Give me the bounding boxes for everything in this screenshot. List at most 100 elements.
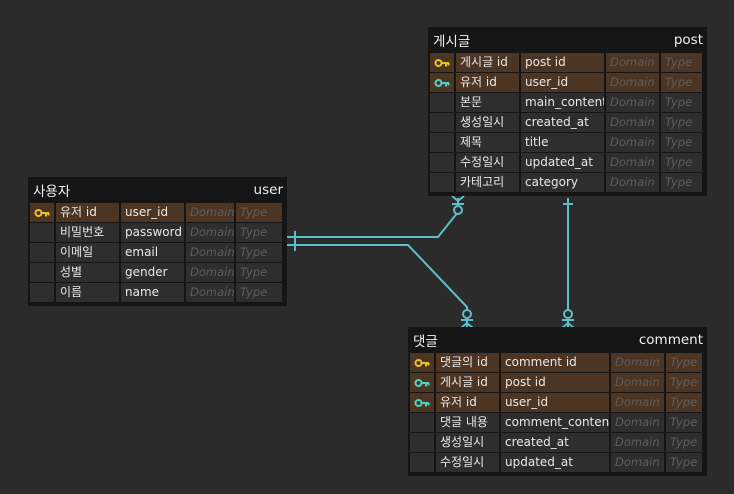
- column-domain[interactable]: Domain: [606, 153, 659, 172]
- column-row[interactable]: 제목 title Domain Type: [430, 133, 705, 153]
- column-physical-name[interactable]: main_content: [521, 93, 604, 112]
- column-domain[interactable]: Domain: [606, 113, 659, 132]
- column-logical-name[interactable]: 본문: [456, 93, 519, 112]
- entity-header[interactable]: 게시글 post: [430, 27, 705, 53]
- column-logical-name[interactable]: 댓글의 id: [436, 353, 499, 372]
- column-domain[interactable]: Domain: [186, 283, 234, 302]
- column-domain[interactable]: Domain: [186, 263, 234, 282]
- column-type[interactable]: Type: [666, 353, 702, 372]
- column-row[interactable]: 댓글 내용 comment_content Domain Type: [410, 413, 705, 433]
- entity-user[interactable]: 사용자 user 유저 id user_id Domain Type 비밀번호 passw…: [28, 177, 287, 306]
- column-row[interactable]: 유저 id user_id Domain Type: [410, 393, 705, 413]
- column-domain[interactable]: Domain: [606, 53, 659, 72]
- column-type[interactable]: Type: [236, 223, 282, 242]
- column-domain[interactable]: Domain: [611, 433, 664, 452]
- column-row[interactable]: 생성일시 created_at Domain Type: [410, 433, 705, 453]
- column-logical-name[interactable]: 게시글 id: [456, 53, 519, 72]
- column-physical-name[interactable]: post id: [501, 373, 609, 392]
- column-physical-name[interactable]: name: [121, 283, 184, 302]
- column-logical-name[interactable]: 수정일시: [436, 453, 499, 472]
- column-type[interactable]: Type: [661, 93, 702, 112]
- column-domain[interactable]: Domain: [606, 93, 659, 112]
- column-physical-name[interactable]: post id: [521, 53, 604, 72]
- column-physical-name[interactable]: comment id: [501, 353, 609, 372]
- column-row[interactable]: 본문 main_content Domain Type: [430, 93, 705, 113]
- column-domain[interactable]: Domain: [186, 203, 234, 222]
- column-type[interactable]: Type: [666, 453, 702, 472]
- column-type[interactable]: Type: [661, 153, 702, 172]
- column-domain[interactable]: Domain: [606, 133, 659, 152]
- column-domain[interactable]: Domain: [611, 393, 664, 412]
- column-row[interactable]: 게시글 id post id Domain Type: [410, 373, 705, 393]
- column-type[interactable]: Type: [661, 113, 702, 132]
- column-logical-name[interactable]: 유저 id: [456, 73, 519, 92]
- column-domain[interactable]: Domain: [606, 173, 659, 192]
- column-type[interactable]: Type: [661, 173, 702, 192]
- column-type[interactable]: Type: [661, 133, 702, 152]
- column-type[interactable]: Type: [236, 243, 282, 262]
- column-physical-name[interactable]: title: [521, 133, 604, 152]
- entity-post[interactable]: 게시글 post 게시글 id post id Domain Type 유저 id use…: [428, 27, 707, 196]
- column-physical-name[interactable]: created_at: [501, 433, 609, 452]
- column-physical-name[interactable]: password: [121, 223, 184, 242]
- column-logical-name[interactable]: 유저 id: [436, 393, 499, 412]
- relationship-post-comment[interactable]: [561, 198, 575, 329]
- column-row[interactable]: 유저 id user_id Domain Type: [30, 203, 285, 223]
- column-logical-name[interactable]: 생성일시: [456, 113, 519, 132]
- column-type[interactable]: Type: [236, 283, 282, 302]
- column-physical-name[interactable]: user_id: [121, 203, 184, 222]
- column-physical-name[interactable]: category: [521, 173, 604, 192]
- column-logical-name[interactable]: 이메일: [56, 243, 119, 262]
- column-domain[interactable]: Domain: [186, 243, 234, 262]
- column-type[interactable]: Type: [661, 53, 702, 72]
- column-row[interactable]: 게시글 id post id Domain Type: [430, 53, 705, 73]
- column-physical-name[interactable]: updated_at: [501, 453, 609, 472]
- column-row[interactable]: 이름 name Domain Type: [30, 283, 285, 303]
- entity-header[interactable]: 댓글 comment: [410, 327, 705, 353]
- entity-header[interactable]: 사용자 user: [30, 177, 285, 203]
- column-type[interactable]: Type: [666, 393, 702, 412]
- column-logical-name[interactable]: 댓글 내용: [436, 413, 499, 432]
- column-logical-name[interactable]: 생성일시: [436, 433, 499, 452]
- column-logical-name[interactable]: 유저 id: [56, 203, 119, 222]
- column-domain[interactable]: Domain: [611, 413, 664, 432]
- column-logical-name[interactable]: 비밀번호: [56, 223, 119, 242]
- column-row[interactable]: 성별 gender Domain Type: [30, 263, 285, 283]
- relationship-user-comment[interactable]: [287, 239, 474, 329]
- column-row[interactable]: 카테고리 category Domain Type: [430, 173, 705, 193]
- column-row[interactable]: 댓글의 id comment id Domain Type: [410, 353, 705, 373]
- column-domain[interactable]: Domain: [611, 453, 664, 472]
- column-physical-name[interactable]: comment_content: [501, 413, 609, 432]
- column-domain[interactable]: Domain: [611, 353, 664, 372]
- column-physical-name[interactable]: gender: [121, 263, 184, 282]
- column-logical-name[interactable]: 이름: [56, 283, 119, 302]
- column-type[interactable]: Type: [661, 73, 702, 92]
- entity-comment[interactable]: 댓글 comment 댓글의 id comment id Domain Type 게시글…: [408, 327, 707, 476]
- column-row[interactable]: 유저 id user_id Domain Type: [430, 73, 705, 93]
- column-type[interactable]: Type: [236, 263, 282, 282]
- column-logical-name[interactable]: 게시글 id: [436, 373, 499, 392]
- column-physical-name[interactable]: email: [121, 243, 184, 262]
- column-physical-name[interactable]: updated_at: [521, 153, 604, 172]
- column-type[interactable]: Type: [666, 373, 702, 392]
- column-row[interactable]: 수정일시 updated_at Domain Type: [410, 453, 705, 473]
- column-row[interactable]: 수정일시 updated_at Domain Type: [430, 153, 705, 173]
- column-logical-name[interactable]: 카테고리: [456, 173, 519, 192]
- foreign-key-icon: [410, 373, 434, 392]
- column-physical-name[interactable]: user_id: [521, 73, 604, 92]
- column-domain[interactable]: Domain: [611, 373, 664, 392]
- column-type[interactable]: Type: [666, 433, 702, 452]
- column-type[interactable]: Type: [236, 203, 282, 222]
- column-physical-name[interactable]: user_id: [501, 393, 609, 412]
- column-logical-name[interactable]: 수정일시: [456, 153, 519, 172]
- column-row[interactable]: 이메일 email Domain Type: [30, 243, 285, 263]
- column-row[interactable]: 비밀번호 password Domain Type: [30, 223, 285, 243]
- column-row[interactable]: 생성일시 created_at Domain Type: [430, 113, 705, 133]
- relationship-user-post[interactable]: [287, 195, 465, 243]
- column-domain[interactable]: Domain: [606, 73, 659, 92]
- column-domain[interactable]: Domain: [186, 223, 234, 242]
- column-logical-name[interactable]: 제목: [456, 133, 519, 152]
- column-logical-name[interactable]: 성별: [56, 263, 119, 282]
- column-physical-name[interactable]: created_at: [521, 113, 604, 132]
- column-type[interactable]: Type: [666, 413, 702, 432]
